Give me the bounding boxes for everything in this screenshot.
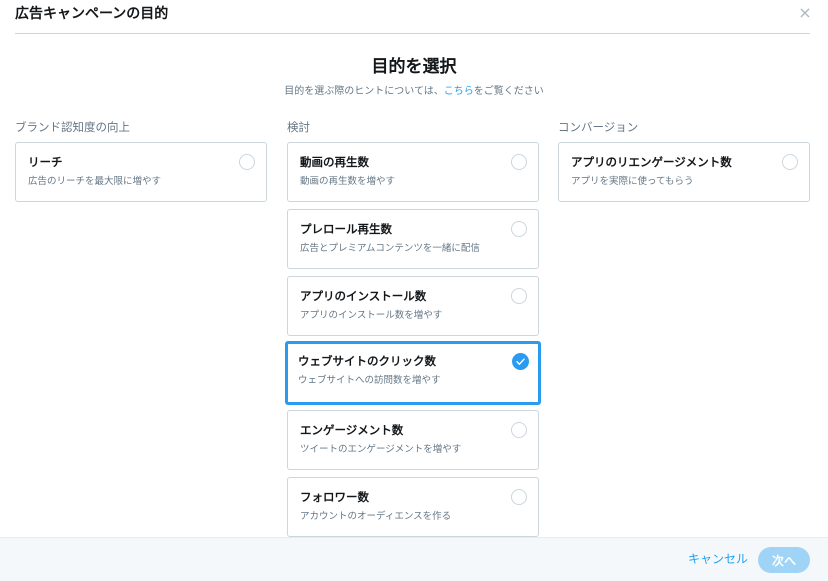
radio-button[interactable] bbox=[511, 422, 527, 438]
objective-description: 広告のリーチを最大限に増やす bbox=[28, 176, 162, 187]
modal-title: 広告キャンペーンの目的 bbox=[15, 6, 169, 22]
radio-button[interactable] bbox=[782, 154, 798, 170]
objective-title: エンゲージメント数 bbox=[300, 423, 404, 437]
objective-description: 広告とプレミアムコンテンツを一緒に配信 bbox=[300, 243, 480, 254]
modal-footer: キャンセル 次へ bbox=[0, 537, 828, 581]
objective-card-website-clicks[interactable]: ウェブサイトのクリック数 ウェブサイトへの訪問数を増やす bbox=[285, 341, 541, 405]
cancel-button[interactable]: キャンセル bbox=[688, 552, 748, 566]
objective-description: ウェブサイトへの訪問数を増やす bbox=[298, 375, 441, 386]
objective-card-preroll-views[interactable]: プレロール再生数 広告とプレミアムコンテンツを一緒に配信 bbox=[287, 209, 539, 269]
column-consideration: 検討 動画の再生数 動画の再生数を増やす プレロール再生数 広告とプレミアムコン… bbox=[285, 120, 541, 544]
objective-title: アプリのリエンゲージメント数 bbox=[571, 155, 732, 169]
objective-title: アプリのインストール数 bbox=[300, 289, 427, 303]
radio-button[interactable] bbox=[511, 221, 527, 237]
radio-button[interactable] bbox=[511, 154, 527, 170]
hint-text: 目的を選ぶ際のヒントについては、こちらをご覧ください bbox=[0, 85, 828, 99]
objective-description: アプリのインストール数を増やす bbox=[300, 310, 443, 321]
header-divider bbox=[15, 33, 810, 34]
objective-card-followers[interactable]: フォロワー数 アカウントのオーディエンスを作る bbox=[287, 477, 539, 537]
objective-card-video-views[interactable]: 動画の再生数 動画の再生数を増やす bbox=[287, 142, 539, 202]
radio-button[interactable] bbox=[239, 154, 255, 170]
objective-title: 動画の再生数 bbox=[300, 155, 369, 169]
objective-description: アカウントのオーディエンスを作る bbox=[300, 511, 452, 522]
column-title: コンバージョン bbox=[558, 120, 639, 134]
objective-card-app-reengagements[interactable]: アプリのリエンゲージメント数 アプリを実際に使ってもらう bbox=[558, 142, 810, 202]
modal-header: 広告キャンペーンの目的 × bbox=[0, 0, 828, 34]
objective-card-app-installs[interactable]: アプリのインストール数 アプリのインストール数を増やす bbox=[287, 276, 539, 336]
column-brand-awareness: ブランド認知度の向上 リーチ 広告のリーチを最大限に増やす bbox=[15, 120, 267, 209]
objective-title: フォロワー数 bbox=[300, 490, 369, 504]
objective-card-reach[interactable]: リーチ 広告のリーチを最大限に増やす bbox=[15, 142, 267, 202]
close-icon: × bbox=[798, 2, 812, 22]
objective-title: プレロール再生数 bbox=[300, 222, 392, 236]
radio-button[interactable] bbox=[511, 489, 527, 505]
column-conversion: コンバージョン アプリのリエンゲージメント数 アプリを実際に使ってもらう bbox=[558, 120, 810, 209]
column-title: 検討 bbox=[287, 120, 310, 134]
hint-link[interactable]: こちら bbox=[444, 86, 474, 97]
objective-title: リーチ bbox=[28, 155, 63, 169]
column-title: ブランド認知度の向上 bbox=[15, 120, 130, 134]
next-button[interactable]: 次へ bbox=[758, 547, 810, 573]
radio-button-checked[interactable] bbox=[512, 353, 529, 370]
objective-card-engagements[interactable]: エンゲージメント数 ツイートのエンゲージメントを増やす bbox=[287, 410, 539, 470]
radio-button[interactable] bbox=[511, 288, 527, 304]
close-button[interactable]: × bbox=[796, 2, 814, 22]
objective-description: ツイートのエンゲージメントを増やす bbox=[300, 444, 462, 455]
check-icon bbox=[516, 358, 525, 365]
hint-text-before: 目的を選ぶ際のヒントについては、 bbox=[284, 86, 444, 97]
objective-title: ウェブサイトのクリック数 bbox=[298, 354, 436, 368]
hint-text-after: をご覧ください bbox=[473, 86, 544, 97]
page-title: 目的を選択 bbox=[371, 57, 457, 77]
objective-description: 動画の再生数を増やす bbox=[300, 176, 396, 187]
objective-description: アプリを実際に使ってもらう bbox=[571, 176, 694, 187]
